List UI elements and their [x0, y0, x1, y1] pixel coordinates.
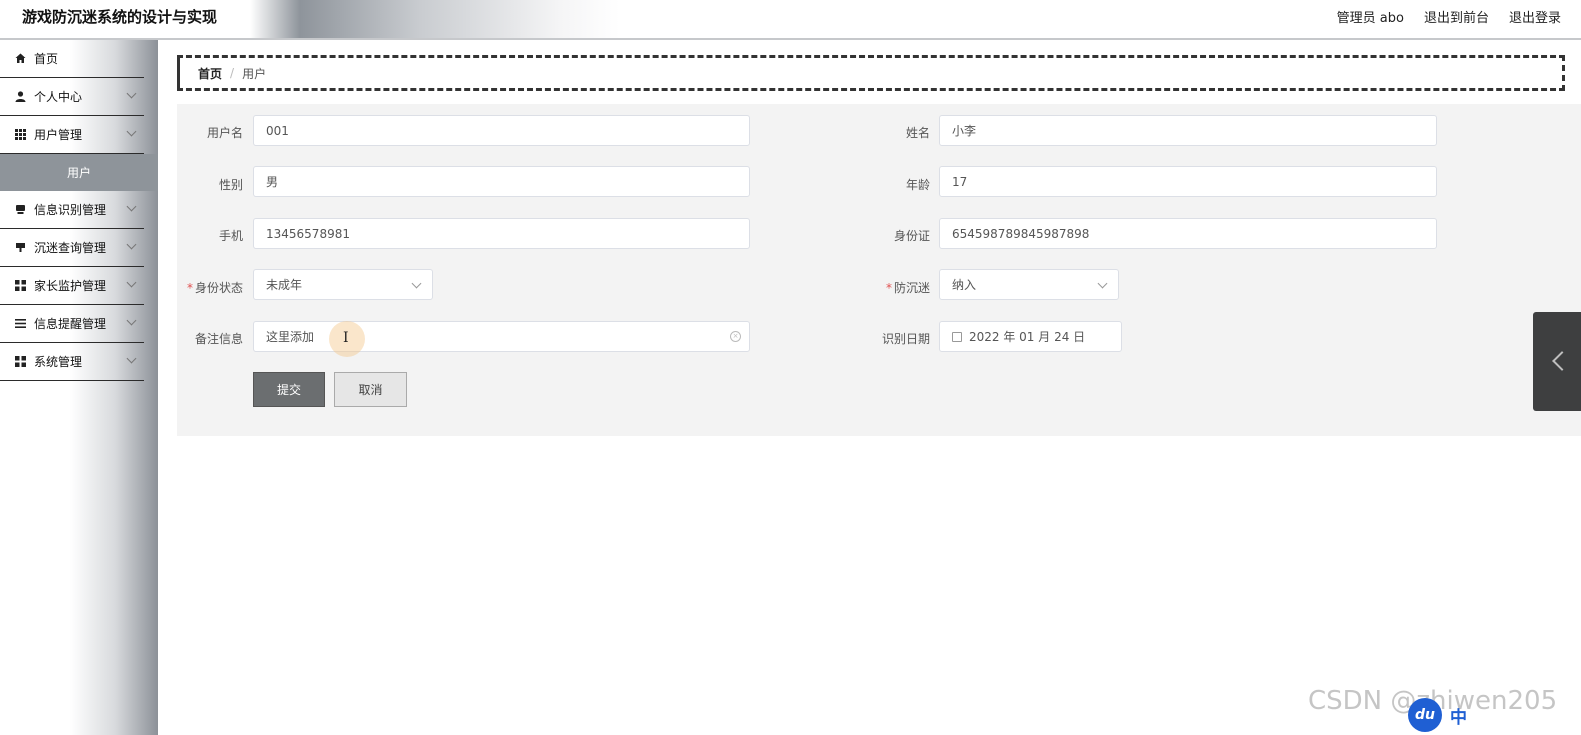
sidebar-item-label: 家长监护管理 [34, 279, 107, 293]
required-mark: * [885, 281, 892, 295]
phone-value: 13456578981 [266, 226, 350, 241]
gender-input[interactable]: 男 [253, 166, 750, 197]
tiles-icon [14, 280, 26, 292]
username-value: 001 [266, 123, 289, 138]
gender-value: 男 [266, 175, 279, 189]
username-input[interactable]: 001 [253, 115, 750, 146]
breadcrumb: 首页 / 用户 [177, 55, 1565, 91]
status-label-text: 身份状态 [194, 281, 243, 295]
breadcrumb-current: 用户 [242, 66, 267, 81]
name-value: 小李 [952, 124, 977, 138]
sidebar-subitem-user[interactable]: 用户 [0, 154, 158, 191]
user-icon [14, 91, 26, 103]
submit-button[interactable]: 提交 [253, 372, 325, 407]
logout-link[interactable]: 退出登录 [1509, 7, 1561, 26]
top-header: 游戏防沉迷系统的设计与实现 管理员 abo 退出到前台 退出登录 [0, 0, 1581, 40]
header-links: 管理员 abo 退出到前台 退出登录 [1337, 7, 1561, 26]
monitor-icon [14, 242, 26, 254]
age-value: 17 [952, 174, 968, 189]
required-mark: * [186, 281, 193, 295]
status-label: * 身份状态 [173, 279, 243, 296]
sidebar-item-label: 系统管理 [34, 355, 83, 369]
sidebar-item-label: 用户管理 [34, 128, 83, 142]
recognition-date-picker[interactable]: 2022 年 01 月 24 日 [939, 321, 1122, 352]
ime-mode-label[interactable]: 中 [1450, 703, 1467, 728]
chevron-down-icon [126, 126, 137, 137]
anti-addiction-label: * 防沉迷 [860, 279, 930, 296]
chevron-down-icon [126, 277, 137, 288]
sidebar-item-user-management[interactable]: 用户管理 [0, 116, 144, 154]
sidebar: 首页 个人中心 用户管理 用户 信息识别管理 沉迷查询管理 家长监护管理 信息提… [0, 40, 158, 735]
sidebar-item-parental-control[interactable]: 家长监护管理 [0, 267, 144, 305]
sidebar-item-label: 信息提醒管理 [34, 317, 107, 331]
exit-to-front-link[interactable]: 退出到前台 [1424, 7, 1489, 26]
chevron-down-icon [126, 353, 137, 364]
sidebar-item-label: 个人中心 [34, 90, 83, 104]
tiles-icon [14, 356, 26, 368]
clear-icon[interactable]: × [730, 331, 741, 342]
recognition-date-label: 识别日期 [881, 332, 930, 346]
remark-label: 备注信息 [194, 332, 243, 346]
sidebar-item-label: 信息识别管理 [34, 203, 107, 217]
anti-addiction-label-text: 防沉迷 [893, 281, 930, 295]
recognition-date-value: 2022 年 01 月 24 日 [969, 330, 1086, 344]
sidebar-item-personal[interactable]: 个人中心 [0, 78, 144, 116]
status-value: 未成年 [266, 278, 303, 292]
breadcrumb-separator: / [230, 66, 235, 80]
name-label: 姓名 [905, 126, 930, 140]
chevron-down-icon [126, 315, 137, 326]
idcard-input[interactable]: 654598789845987898 [939, 218, 1437, 249]
calendar-icon [952, 331, 962, 342]
chevron-down-icon [126, 88, 137, 99]
chevron-left-icon [1552, 351, 1572, 371]
ime-toolbar: du 中 [1408, 698, 1467, 732]
chevron-down-icon [1097, 278, 1108, 289]
sidebar-item-system[interactable]: 系统管理 [0, 343, 144, 381]
anti-addiction-select[interactable]: 纳入 [939, 269, 1119, 300]
sidebar-item-info-recognition[interactable]: 信息识别管理 [0, 191, 144, 229]
idcard-label: 身份证 [893, 229, 930, 243]
age-input[interactable]: 17 [939, 166, 1437, 197]
chevron-down-icon [126, 201, 137, 212]
sidebar-item-label: 首页 [34, 52, 59, 66]
cancel-button[interactable]: 取消 [334, 372, 407, 407]
idcard-value: 654598789845987898 [952, 226, 1090, 241]
anti-addiction-value: 纳入 [952, 278, 977, 292]
chevron-down-icon [126, 239, 137, 250]
phone-label: 手机 [218, 229, 243, 243]
chevron-down-icon [411, 278, 422, 289]
grid-icon [14, 129, 26, 141]
age-label: 年龄 [905, 178, 930, 192]
remark-input[interactable]: 这里添加 × [253, 321, 750, 352]
username-label: 用户名 [206, 126, 243, 140]
sidebar-item-reminders[interactable]: 信息提醒管理 [0, 305, 144, 343]
phone-input[interactable]: 13456578981 [253, 218, 750, 249]
baidu-ime-icon[interactable]: du [1408, 698, 1442, 732]
sidebar-item-label: 沉迷查询管理 [34, 241, 107, 255]
list-icon [14, 318, 26, 330]
breadcrumb-home[interactable]: 首页 [198, 65, 222, 82]
text-cursor-icon: I [343, 330, 349, 346]
app-title: 游戏防沉迷系统的设计与实现 [22, 8, 218, 26]
remark-value: 这里添加 [266, 330, 315, 344]
sidebar-item-home[interactable]: 首页 [0, 40, 144, 78]
side-panel-toggle[interactable] [1533, 312, 1581, 411]
status-select[interactable]: 未成年 [253, 269, 433, 300]
gender-label: 性别 [218, 178, 243, 192]
monitor-icon [14, 204, 26, 216]
sidebar-item-addiction-query[interactable]: 沉迷查询管理 [0, 229, 144, 267]
home-icon [14, 53, 26, 65]
admin-user-label[interactable]: 管理员 abo [1337, 7, 1404, 26]
name-input[interactable]: 小李 [939, 115, 1437, 146]
